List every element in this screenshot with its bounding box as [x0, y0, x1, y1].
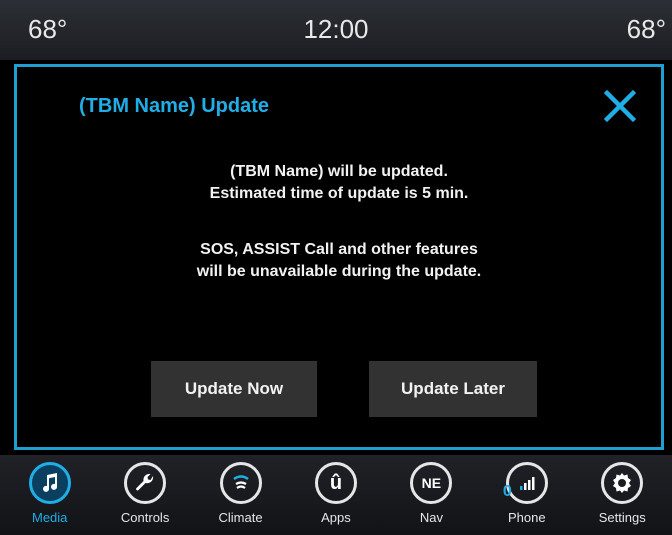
nav-item-apps[interactable]: û Apps: [290, 455, 382, 535]
message-line: Estimated time of update is 5 min.: [209, 185, 469, 202]
feature-warning-message: SOS, ASSIST Call and other features will…: [17, 239, 661, 283]
climate-icon: [219, 462, 262, 504]
nav-label: Controls: [120, 510, 170, 525]
phone-badge: 0: [502, 483, 512, 500]
update-dialog: (TBM Name) Update (TBM Name) will be upd…: [14, 64, 664, 450]
compass-heading: NE: [421, 475, 442, 491]
compass-icon: NE: [410, 462, 453, 504]
update-info-message: (TBM Name) will be updated. Estimated ti…: [17, 161, 661, 205]
update-now-button[interactable]: Update Now: [151, 361, 317, 417]
nav-item-climate[interactable]: Climate: [195, 455, 287, 535]
nav-item-controls[interactable]: Controls: [99, 455, 191, 535]
nav-label: Apps: [321, 510, 351, 525]
bottom-nav-bar: Media Controls Climate û Apps NE Nav 0 P…: [0, 455, 672, 535]
wrench-icon: [124, 462, 167, 504]
status-bar: 68° 12:00 68°: [0, 0, 672, 60]
close-icon: [603, 89, 637, 123]
nav-item-settings[interactable]: Settings: [576, 455, 668, 535]
update-later-button[interactable]: Update Later: [369, 361, 537, 417]
message-line: (TBM Name) will be updated.: [230, 163, 448, 180]
nav-label: Media: [31, 510, 68, 525]
message-line: SOS, ASSIST Call and other features: [200, 241, 478, 258]
apps-icon: û: [314, 462, 357, 504]
clock: 12:00: [303, 14, 369, 44]
nav-label: Nav: [419, 510, 443, 525]
nav-label: Phone: [508, 510, 546, 525]
dialog-title: (TBM Name) Update: [79, 95, 270, 117]
message-line: will be unavailable during the update.: [196, 263, 482, 280]
nav-item-nav[interactable]: NE Nav: [385, 455, 477, 535]
passenger-temperature[interactable]: 68°: [627, 14, 666, 45]
phone-signal-icon: [505, 462, 548, 504]
nav-label: Settings: [598, 510, 646, 525]
nav-item-phone[interactable]: 0 Phone: [481, 455, 573, 535]
nav-item-media[interactable]: Media: [4, 455, 96, 535]
close-button[interactable]: [599, 85, 641, 127]
gear-icon: [601, 462, 644, 504]
music-note-icon: [28, 462, 71, 504]
nav-label: Climate: [218, 510, 263, 525]
